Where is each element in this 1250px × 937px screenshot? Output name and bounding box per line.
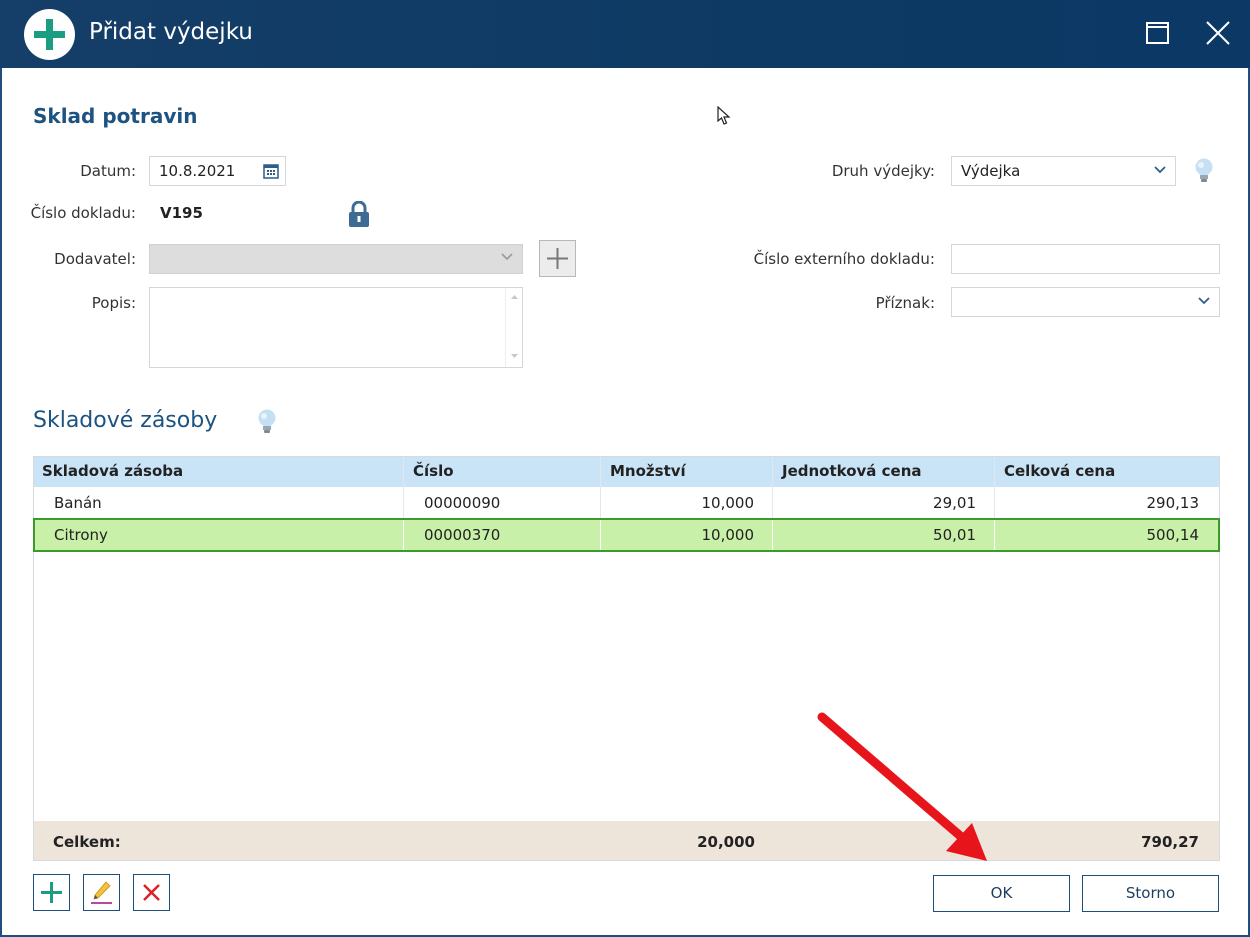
delete-row-button[interactable] (133, 874, 170, 911)
cell-celkova: 290,13 (1146, 494, 1200, 512)
plus-icon (547, 248, 568, 269)
druh-select[interactable]: Výdejka (951, 156, 1176, 186)
close-button[interactable] (1203, 18, 1233, 48)
window-title: Přidat výdejku (89, 19, 253, 45)
close-icon (1206, 21, 1230, 45)
cell-mnozstvi: 10,000 (701, 526, 755, 544)
column-divider (994, 520, 995, 550)
footer-celkova: 790,27 (1141, 833, 1199, 851)
maximize-icon (1146, 22, 1169, 44)
externi-label: Číslo externího dokladu: (753, 250, 935, 268)
column-divider (403, 520, 404, 550)
cislo-label: Číslo dokladu: (30, 204, 136, 222)
popis-label: Popis: (91, 294, 136, 312)
column-header-mnozstvi[interactable]: Množství (610, 462, 686, 480)
chevron-down-icon (1153, 163, 1167, 181)
priznak-select[interactable] (951, 287, 1220, 317)
annotation-arrow (810, 705, 1000, 879)
edit-row-button[interactable] (83, 874, 120, 911)
datum-label: Datum: (80, 162, 136, 180)
cell-jednotkova: 29,01 (933, 494, 976, 512)
stock-section-title: Skladové zásoby (33, 408, 218, 433)
chevron-down-icon (500, 250, 514, 268)
footer-mnozstvi: 20,000 (697, 833, 755, 851)
maximize-button[interactable] (1143, 18, 1173, 48)
externi-input[interactable] (951, 244, 1220, 274)
column-header-zasoba[interactable]: Skladová zásoba (42, 462, 183, 480)
add-supplier-button[interactable] (539, 240, 576, 277)
add-row-button[interactable] (33, 874, 70, 911)
cell-mnozstvi: 10,000 (701, 494, 755, 512)
column-header-cislo[interactable]: Číslo (413, 462, 454, 480)
chevron-down-icon (1197, 294, 1211, 312)
column-header-jednotkova[interactable]: Jednotková cena (782, 462, 922, 480)
popis-scrollbar[interactable] (505, 288, 522, 367)
lock-icon (348, 200, 370, 232)
datum-value: 10.8.2021 (159, 162, 236, 180)
lightbulb-icon[interactable] (1193, 157, 1215, 189)
dodavatel-label: Dodavatel: (54, 250, 136, 268)
cell-cislo: 00000090 (424, 494, 501, 512)
plus-icon (41, 882, 62, 903)
column-divider (600, 520, 601, 550)
storno-button[interactable]: Storno (1082, 875, 1219, 912)
druh-label: Druh výdejky: (831, 162, 935, 180)
lightbulb-icon[interactable] (256, 408, 278, 440)
section-title: Sklad potravin (33, 104, 198, 128)
calendar-icon[interactable] (263, 163, 279, 183)
cislo-value: V195 (160, 204, 203, 222)
footer-label: Celkem: (53, 833, 121, 851)
dodavatel-select[interactable] (149, 244, 523, 274)
cell-jednotkova: 50,01 (933, 526, 976, 544)
x-icon (143, 884, 160, 901)
add-circle-icon (24, 9, 75, 60)
ok-button[interactable]: OK (933, 875, 1070, 912)
popis-textarea[interactable] (149, 287, 523, 368)
cursor-icon (717, 105, 731, 130)
priznak-label: Příznak: (875, 294, 935, 312)
druh-value: Výdejka (961, 162, 1021, 180)
cell-zasoba: Citrony (54, 526, 108, 544)
column-divider (772, 520, 773, 550)
cell-cislo: 00000370 (424, 526, 501, 544)
pencil-icon (91, 881, 112, 904)
cell-celkova: 500,14 (1146, 526, 1200, 544)
cell-zasoba: Banán (54, 494, 102, 512)
column-header-celkova[interactable]: Celková cena (1004, 462, 1115, 480)
